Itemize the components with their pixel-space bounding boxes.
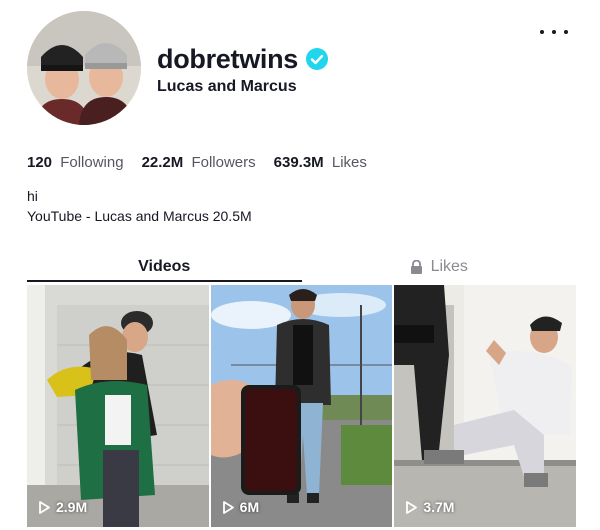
- tab-videos[interactable]: Videos: [27, 252, 302, 282]
- play-icon: [406, 500, 418, 514]
- video-grid: 2.9M 6M 3.7M: [27, 285, 577, 527]
- bio-line: hi: [27, 188, 38, 204]
- video-thumbnail-image: [210, 285, 393, 527]
- video-thumbnail-image: [394, 285, 577, 527]
- profile-tabs: Videos Likes: [27, 252, 576, 282]
- followers-count: 22.2M: [141, 154, 184, 171]
- video-view-count: 3.7M: [423, 499, 455, 515]
- video-thumbnail-image: [27, 285, 209, 527]
- video-view-count: 2.9M: [56, 499, 88, 515]
- display-name: Lucas and Marcus: [157, 78, 297, 95]
- profile-header: dobretwins Lucas and Marcus: [157, 44, 329, 96]
- video-views: 6M: [222, 499, 260, 515]
- lock-icon: [410, 260, 422, 274]
- username: dobretwins: [157, 44, 299, 74]
- likes-label: Likes: [331, 154, 367, 171]
- username-row: dobretwins: [157, 44, 329, 74]
- play-icon: [222, 500, 234, 514]
- more-options-icon[interactable]: [540, 22, 568, 42]
- likes-count: 639.3M: [273, 154, 324, 171]
- likes-stat: 639.3M Likes: [274, 154, 367, 171]
- followers-stat[interactable]: 22.2M Followers: [142, 154, 256, 171]
- video-thumbnail[interactable]: 3.7M: [394, 285, 577, 527]
- followers-label: Followers: [191, 154, 256, 171]
- verified-badge-icon: [306, 48, 329, 70]
- play-icon: [39, 500, 50, 514]
- video-thumbnail[interactable]: 2.9M: [27, 285, 209, 527]
- tab-videos-label: Videos: [138, 258, 191, 275]
- tab-likes-label: Likes: [430, 258, 468, 275]
- profile-stats: 120 Following 22.2M Followers 639.3M Lik…: [27, 154, 367, 171]
- following-stat[interactable]: 120 Following: [27, 154, 124, 171]
- profile-bio: hi YouTube - Lucas and Marcus 20.5M: [27, 186, 252, 226]
- bio-line: YouTube - Lucas and Marcus 20.5M: [27, 208, 252, 224]
- video-views: 3.7M: [406, 499, 454, 515]
- video-view-count: 6M: [239, 499, 260, 515]
- avatar-image: [27, 11, 141, 125]
- profile-avatar[interactable]: [27, 11, 141, 125]
- following-label: Following: [60, 154, 124, 171]
- video-thumbnail[interactable]: 6M: [210, 285, 393, 527]
- following-count: 120: [27, 154, 53, 171]
- video-views: 2.9M: [39, 499, 87, 515]
- tab-likes[interactable]: Likes: [302, 252, 577, 282]
